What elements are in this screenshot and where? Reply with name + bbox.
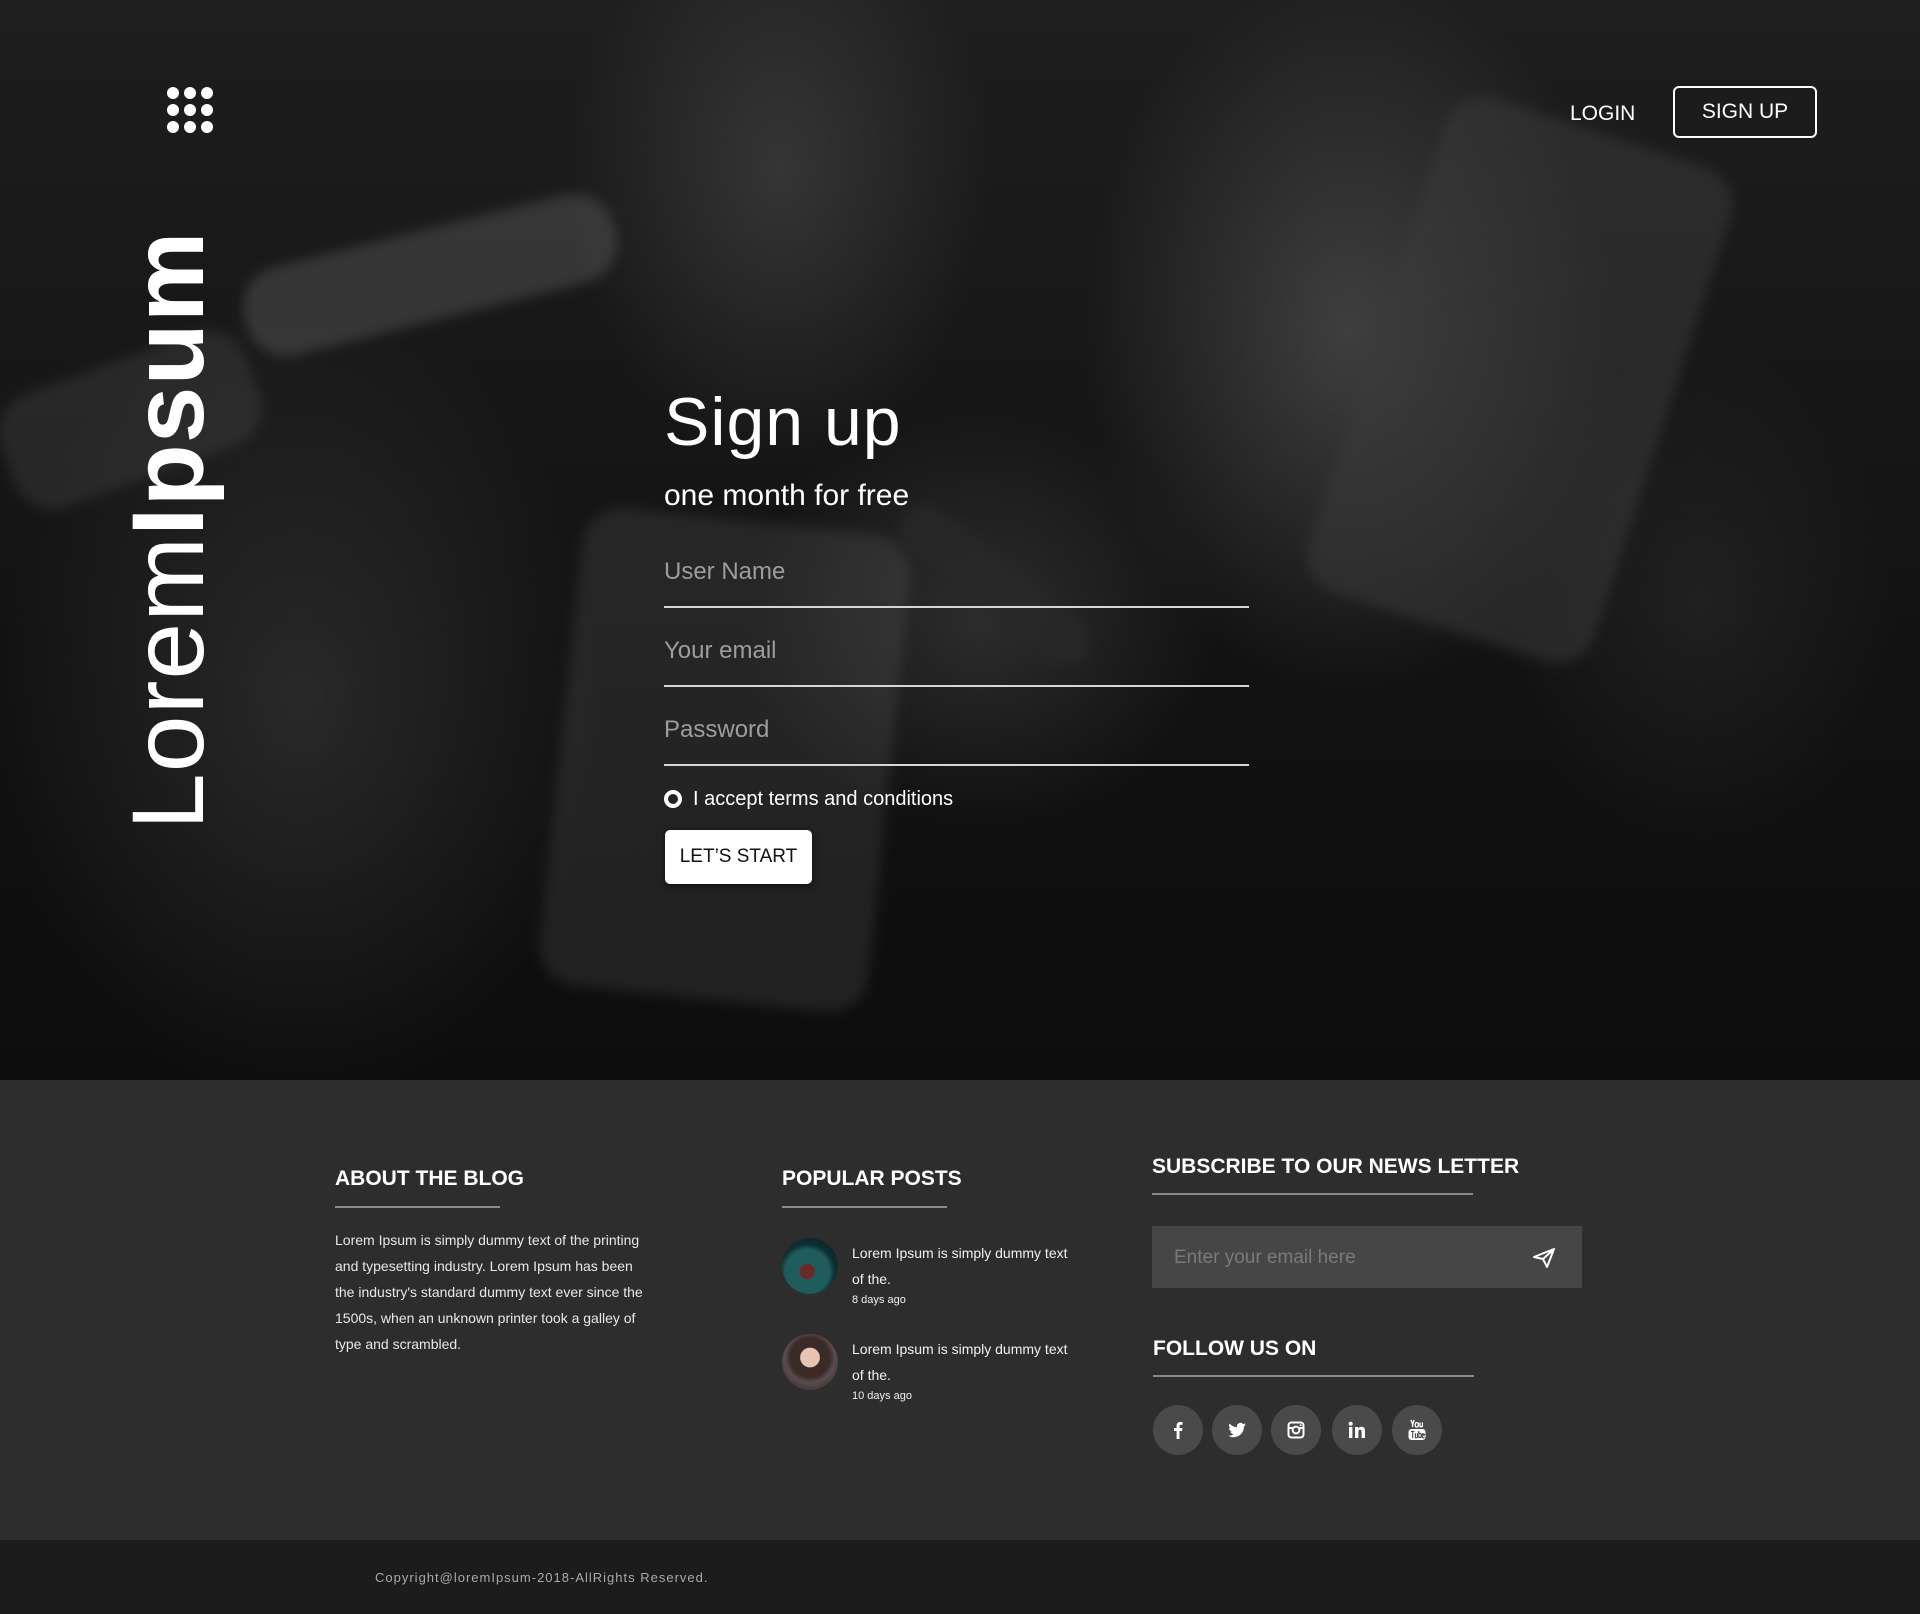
linkedin-link[interactable] [1332,1405,1382,1455]
subscribe-title: SUBSCRIBE TO OUR NEWS LETTER [1152,1155,1520,1178]
send-icon [1533,1248,1555,1268]
terms-row: I accept terms and conditions [664,786,953,812]
email-field[interactable] [664,629,1249,687]
facebook-icon [1174,1422,1183,1439]
popular-posts-title: POPULAR POSTS [782,1167,962,1190]
youtube-icon [1408,1419,1426,1440]
footer-bottom-bar [0,1540,1920,1614]
subscribe-underline [1152,1193,1473,1195]
post-title[interactable]: Lorem Ipsum is simply dummy text of the. [852,1240,1072,1292]
follow-title: FOLLOW US ON [1153,1337,1317,1360]
form-subtitle: one month for free [664,479,910,512]
twitter-icon [1228,1422,1246,1438]
about-text: Lorem Ipsum is simply dummy text of the … [335,1232,643,1352]
form-title: Sign up [664,384,902,460]
about-underline [335,1206,500,1208]
instagram-link[interactable] [1271,1405,1321,1455]
brand-logo: LoremIpsum [111,210,225,831]
twitter-link[interactable] [1212,1405,1262,1455]
facebook-link[interactable] [1153,1405,1203,1455]
popular-posts-underline [782,1206,947,1208]
popular-post[interactable]: Lorem Ipsum is simply dummy text of the.… [782,1334,1082,1404]
post-title[interactable]: Lorem Ipsum is simply dummy text of the. [852,1336,1072,1388]
brand-light-text: Lorem [111,535,225,830]
send-button[interactable] [1528,1241,1560,1273]
background-photo-shape [1296,86,1744,674]
footer [0,1080,1920,1540]
terms-radio[interactable] [664,790,682,808]
menu-grid-icon[interactable] [167,87,213,133]
password-field[interactable] [664,708,1249,766]
hero-section: LoremIpsum LOGIN SIGN UP Sign up one mon… [0,0,1920,1080]
post-thumbnail[interactable] [782,1334,838,1390]
username-field[interactable] [664,550,1249,608]
subscribe-box [1152,1226,1582,1290]
signup-button[interactable]: SIGN UP [1673,86,1817,138]
newsletter-email-input[interactable] [1172,1226,1516,1290]
copyright-text: Copyright@loremIpsum-2018-AllRights Rese… [375,1570,709,1585]
instagram-icon [1287,1421,1305,1439]
youtube-link[interactable] [1392,1405,1442,1455]
lets-start-button[interactable]: LET’S START [665,830,812,884]
linkedin-icon [1348,1421,1365,1438]
popular-post[interactable]: Lorem Ipsum is simply dummy text of the.… [782,1238,1082,1308]
background-photo-shape [234,185,626,365]
terms-label: I accept terms and conditions [693,787,954,810]
brand-bold-text: Ipsum [111,230,225,536]
post-date: 8 days ago [852,1294,906,1306]
about-title: ABOUT THE BLOG [335,1167,524,1190]
login-link[interactable]: LOGIN [1570,100,1635,128]
post-date: 10 days ago [852,1390,912,1402]
follow-underline [1153,1375,1474,1377]
post-thumbnail[interactable] [782,1238,838,1294]
